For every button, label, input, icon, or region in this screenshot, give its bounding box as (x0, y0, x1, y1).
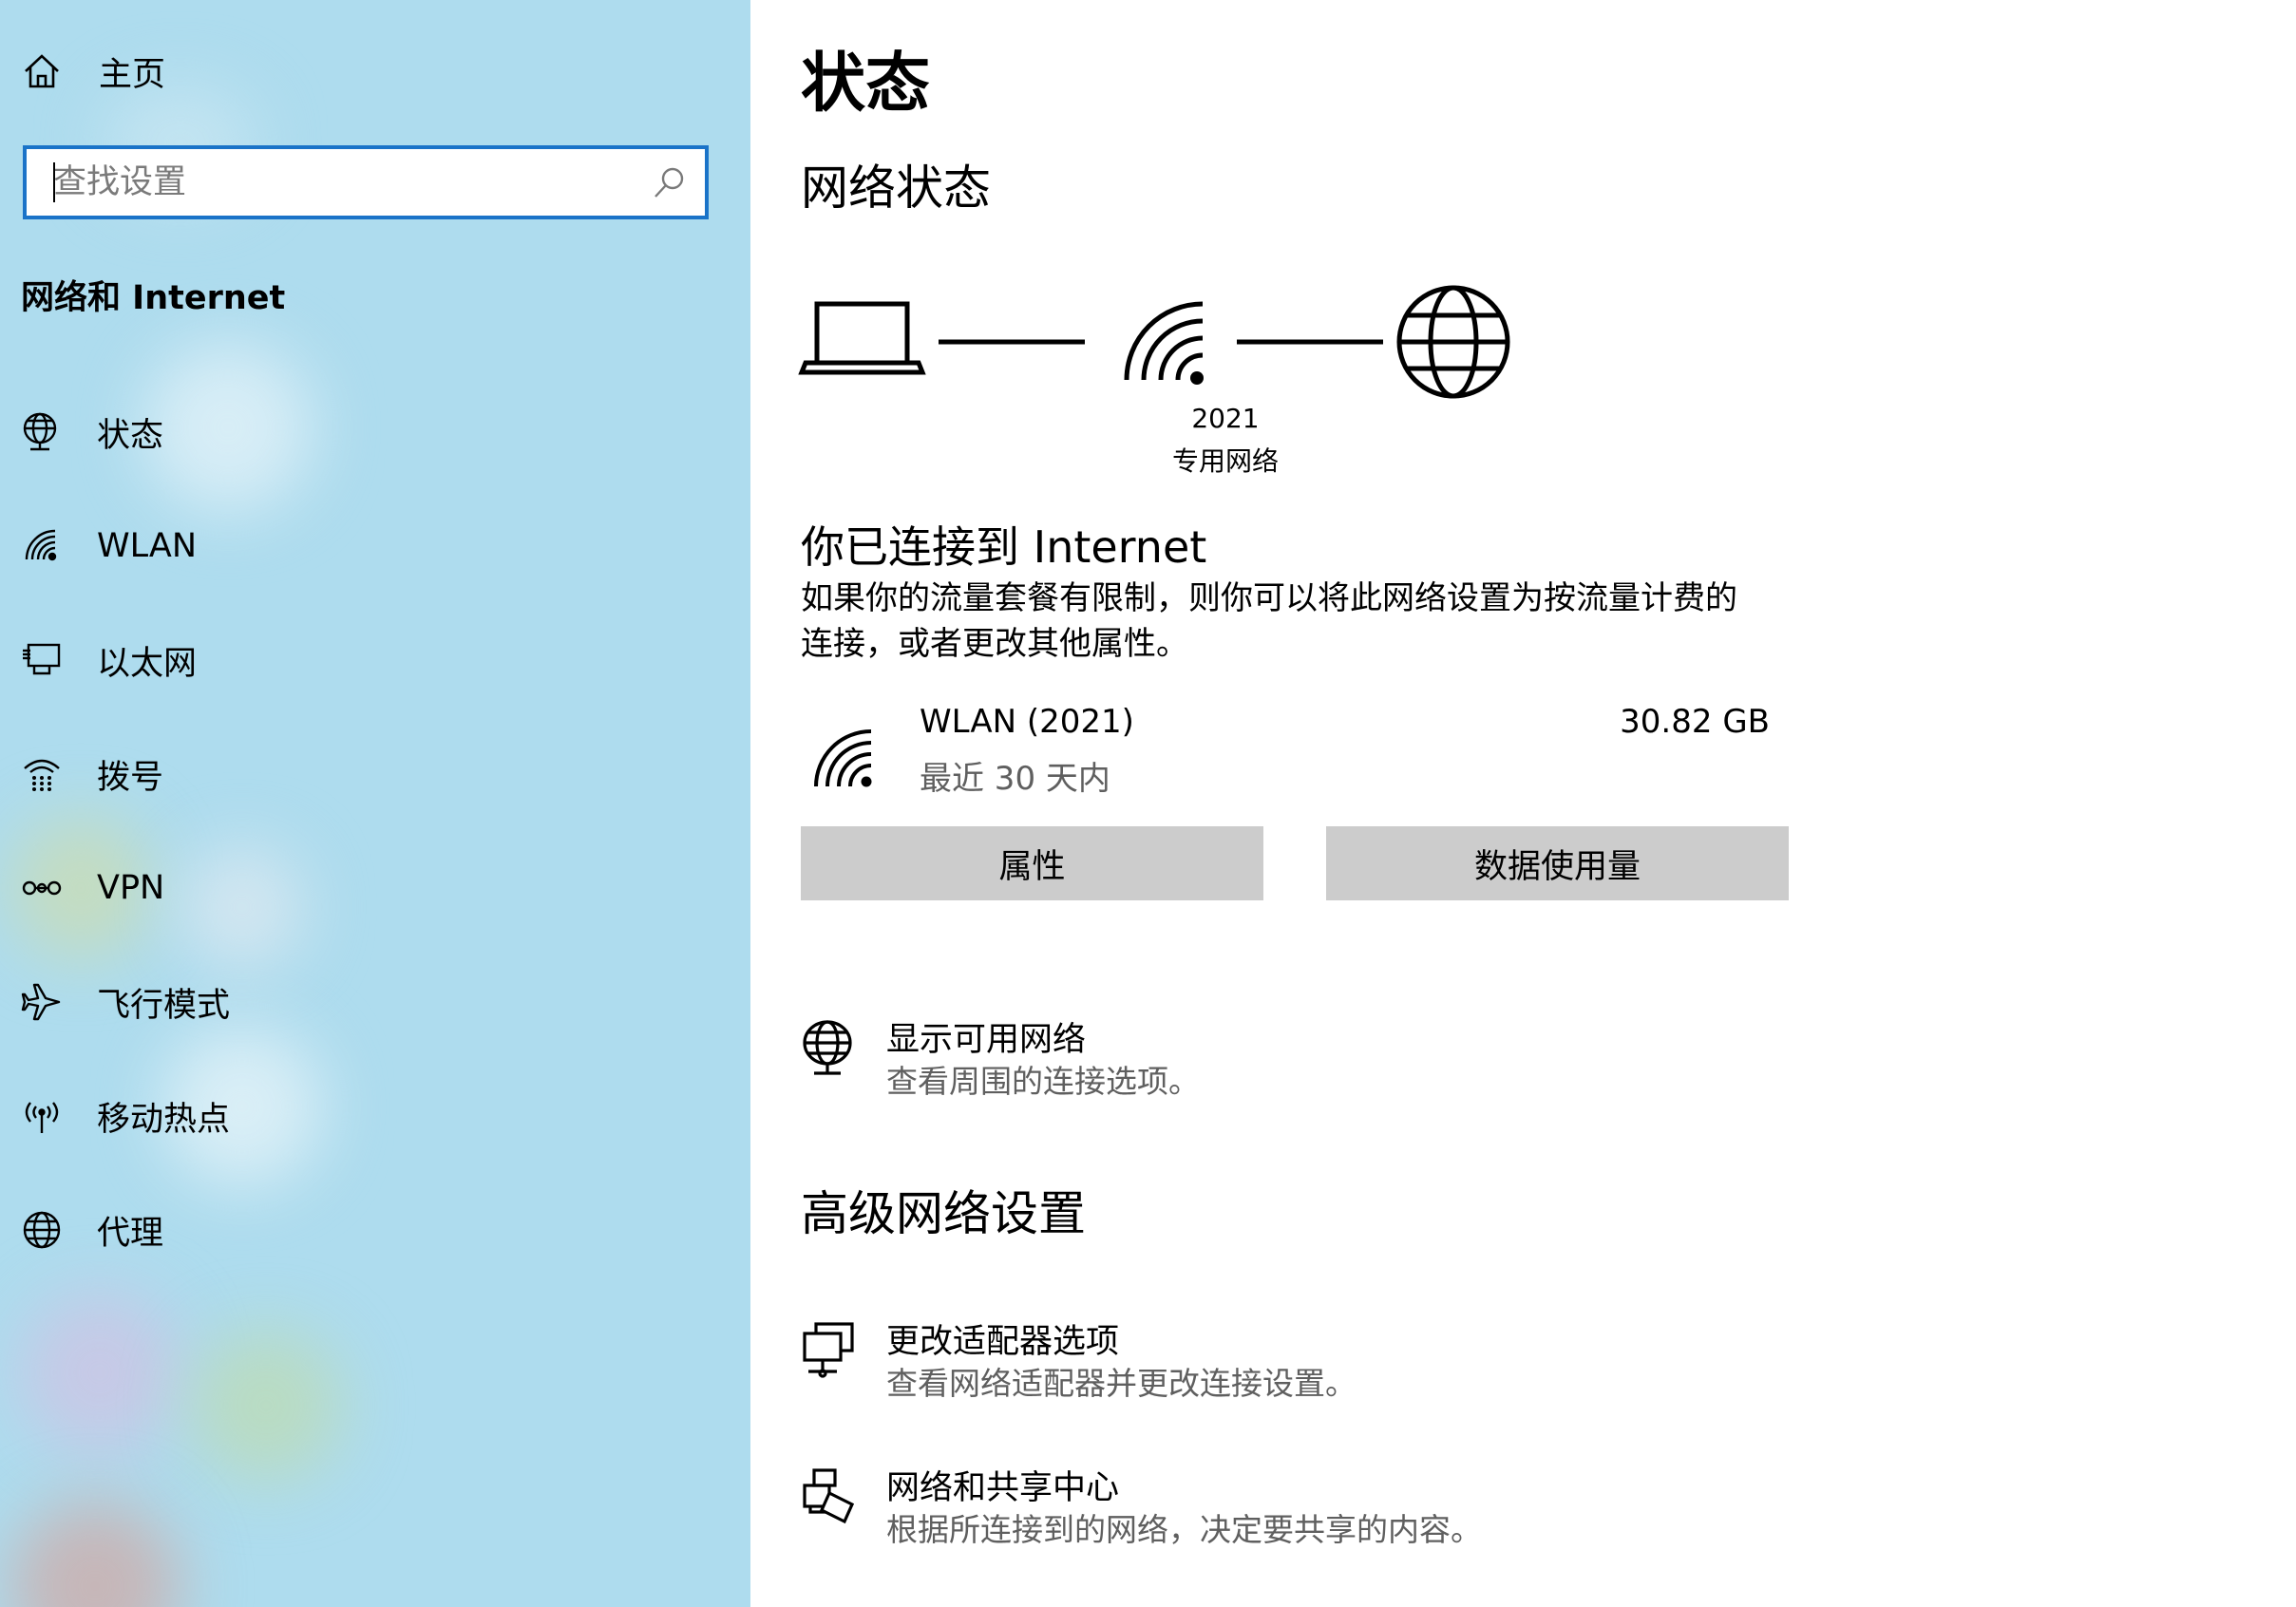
ethernet-icon (23, 643, 61, 675)
data-usage-button[interactable]: 数据使用量 (1326, 826, 1789, 900)
sidebar-item-label: 代理 (97, 1214, 164, 1253)
sidebar-item-label: 飞行模式 (97, 986, 231, 1025)
sidebar-item-label: 拨号 (97, 758, 164, 797)
show-available-networks-link[interactable]: 显示可用网络 查看周围的连接选项。 (801, 1012, 1656, 1107)
sidebar-item-label: 状态 (97, 416, 164, 455)
network-globe-icon (803, 1020, 852, 1075)
search-box[interactable] (23, 145, 709, 219)
network-type: 专用网络 (1171, 445, 1279, 477)
vpn-icon (22, 880, 62, 896)
airplane-icon (21, 983, 61, 1021)
wifi-icon (25, 529, 57, 561)
data-usage-row: WLAN (2021) 最近 30 天内 30.82 GB (801, 703, 1770, 807)
sidebar: 主页 网络和 Internet 状态 WLAN 以太网 拨号 (0, 0, 750, 1607)
network-status-heading: 网络状态 (801, 161, 991, 216)
usage-connection-name: WLAN (2021) (920, 703, 1134, 741)
advanced-settings-heading: 高级网络设置 (801, 1186, 1086, 1241)
sidebar-item-label: 以太网 (97, 644, 198, 683)
adapter-options-subtitle: 查看网络适配器并更改连接设置。 (886, 1365, 1357, 1402)
page-title: 状态 (801, 47, 931, 122)
adapter-icon (803, 1322, 854, 1378)
text-caret (53, 162, 55, 202)
wifi-icon (814, 729, 872, 787)
sidebar-item-label: 移动热点 (97, 1100, 231, 1139)
hotspot-icon (25, 1102, 59, 1133)
background-blur (190, 1330, 342, 1482)
show-networks-title: 显示可用网络 (886, 1021, 1087, 1059)
connected-heading: 你已连接到 Internet (801, 521, 1207, 573)
search-icon[interactable] (650, 164, 688, 202)
home-button[interactable]: 主页 (21, 43, 165, 100)
sidebar-item-label: WLAN (97, 527, 198, 565)
dialup-icon (24, 759, 60, 791)
background-blur (19, 1292, 180, 1453)
sharing-center-title: 网络和共享中心 (886, 1469, 1120, 1507)
globe-icon (23, 1211, 61, 1249)
usage-amount: 30.82 GB (1620, 703, 1770, 741)
change-adapter-options-link[interactable]: 更改适配器选项 查看网络适配器并更改连接设置。 (801, 1314, 1656, 1409)
properties-button[interactable]: 属性 (801, 826, 1263, 900)
sharing-center-icon (803, 1468, 855, 1524)
main-content: 状态 网络状态 2021 专用网络 你已连接到 Internet 如果你的流量套… (750, 0, 2296, 1607)
wifi-signal-icon (1124, 301, 1204, 385)
adapter-options-title: 更改适配器选项 (886, 1323, 1120, 1361)
sidebar-item-label: VPN (97, 869, 165, 907)
usage-period: 最近 30 天内 (920, 760, 1110, 798)
home-label: 主页 (99, 55, 166, 94)
background-blur (180, 845, 304, 969)
network-name: 2021 (1191, 403, 1260, 434)
network-diagram (798, 285, 1510, 399)
section-title: 网络和 Internet (21, 279, 286, 317)
sharing-center-subtitle: 根据所连接到的网络，决定要共享的内容。 (886, 1511, 1482, 1548)
home-icon (25, 54, 59, 88)
background-blur (142, 342, 313, 513)
background-blur (9, 1501, 180, 1607)
search-input[interactable] (27, 149, 635, 216)
show-networks-subtitle: 查看周围的连接选项。 (886, 1063, 1200, 1100)
connection-description: 如果你的流量套餐有限制，则你可以将此网络设置为按流量计费的连接，或者更改其他属性… (801, 579, 1737, 663)
internet-globe-icon (1396, 285, 1510, 399)
network-sharing-center-link[interactable]: 网络和共享中心 根据所连接到的网络，决定要共享的内容。 (801, 1461, 1656, 1556)
status-globe-icon (23, 412, 57, 451)
laptop-icon (798, 301, 926, 375)
